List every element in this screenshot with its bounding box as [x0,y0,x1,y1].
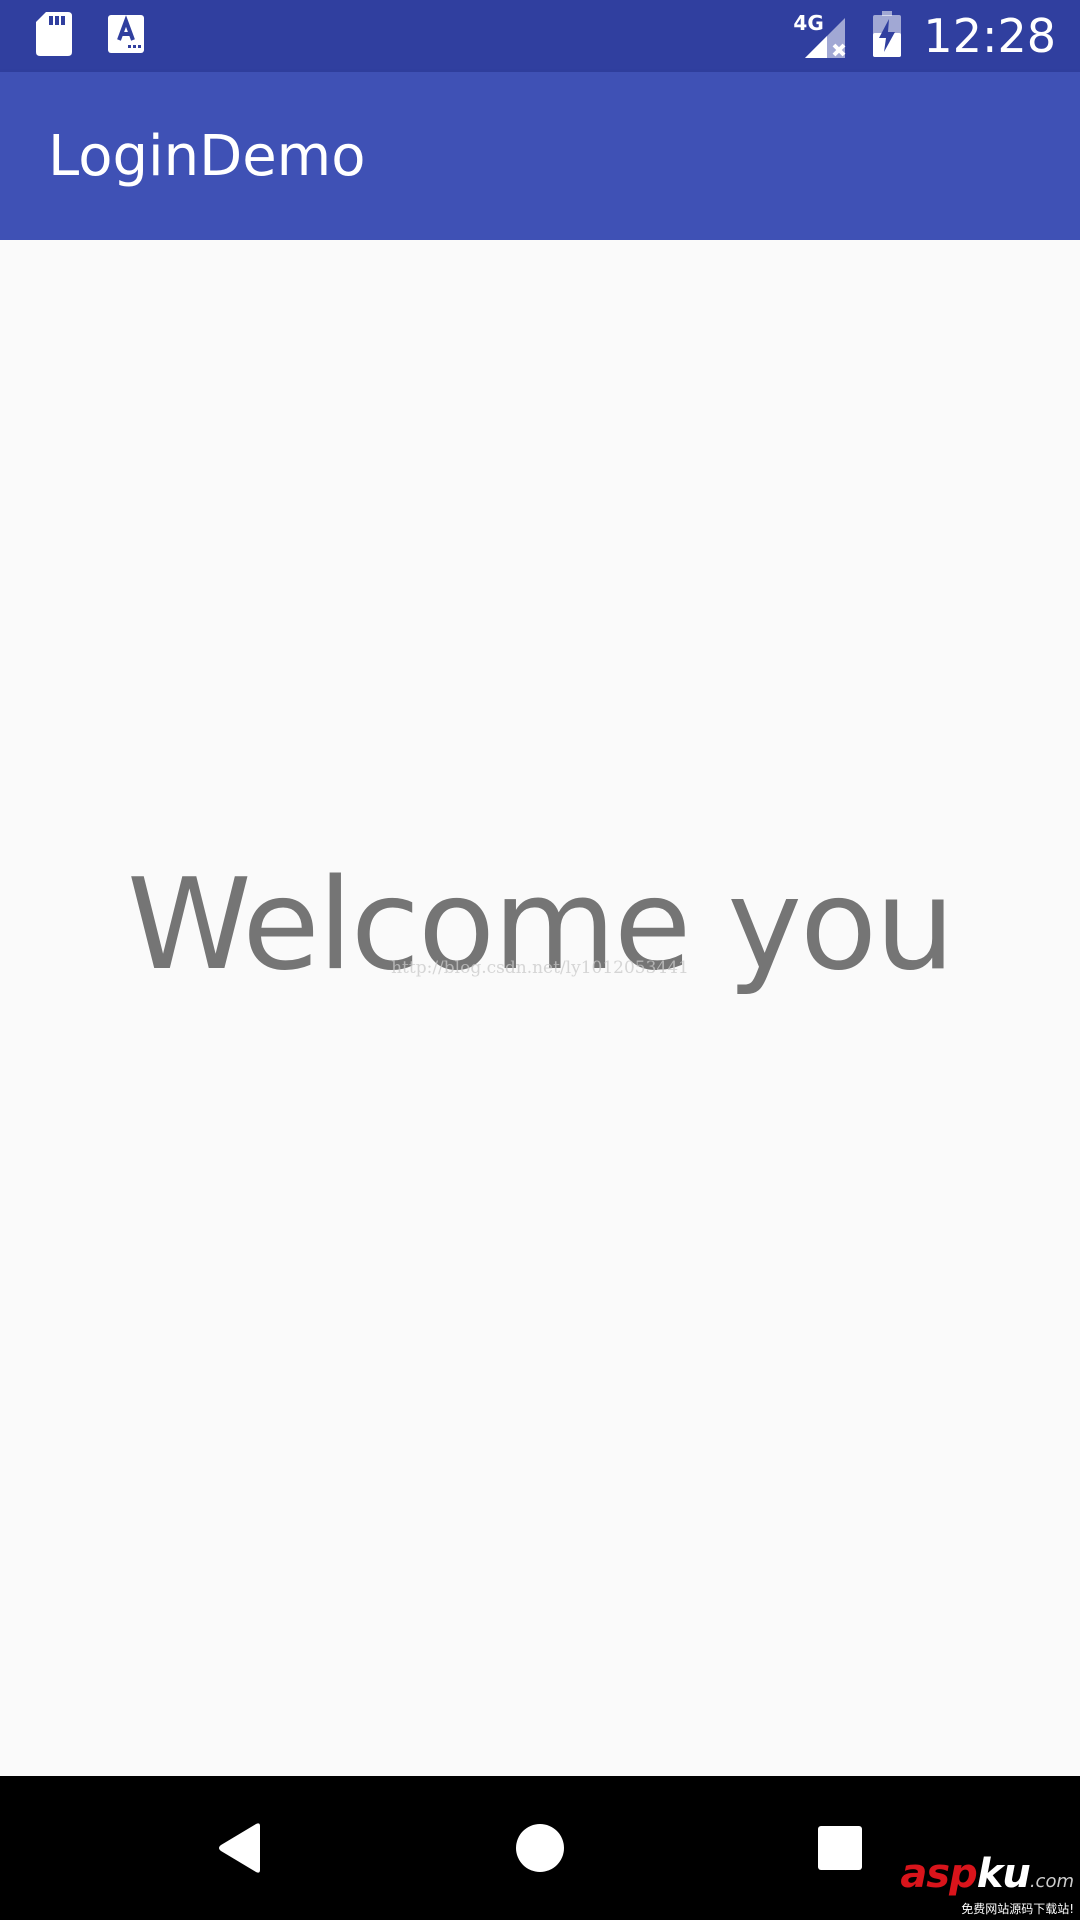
battery-charging-icon [873,11,902,61]
brand-name-red: asp [900,1851,977,1897]
home-button[interactable] [480,1776,600,1920]
brand-name: aspku.com [900,1854,1074,1902]
main-content: Welcome you http://blog.csdn.net/ly10120… [0,240,1080,1776]
signal-no-data-icon: 4G [793,12,851,60]
brand-suffix: .com [1029,1871,1074,1892]
system-icons: 4G 12:28 [793,10,1056,62]
navigation-bar: aspku.com 免费网站源码下载站! [0,1776,1080,1920]
app-bar: LoginDemo [0,72,1080,240]
recents-button[interactable] [780,1776,900,1920]
back-button[interactable] [180,1776,300,1920]
recents-icon [818,1826,862,1870]
status-bar: 4G 12:28 [0,0,1080,72]
watermark-url: http://blog.csdn.net/ly1012053441 [391,958,689,978]
home-icon [516,1824,564,1872]
notification-icons [36,12,144,60]
brand-name-white: ku [976,1851,1031,1897]
back-icon [219,1823,260,1873]
keyboard-a-icon [108,15,144,57]
brand-tagline: 免费网站源码下载站! [961,1902,1074,1916]
app-title: LoginDemo [48,124,366,189]
status-clock: 12:28 [923,9,1056,63]
sd-card-icon [36,12,72,60]
site-watermark-logo: aspku.com 免费网站源码下载站! [900,1854,1074,1916]
